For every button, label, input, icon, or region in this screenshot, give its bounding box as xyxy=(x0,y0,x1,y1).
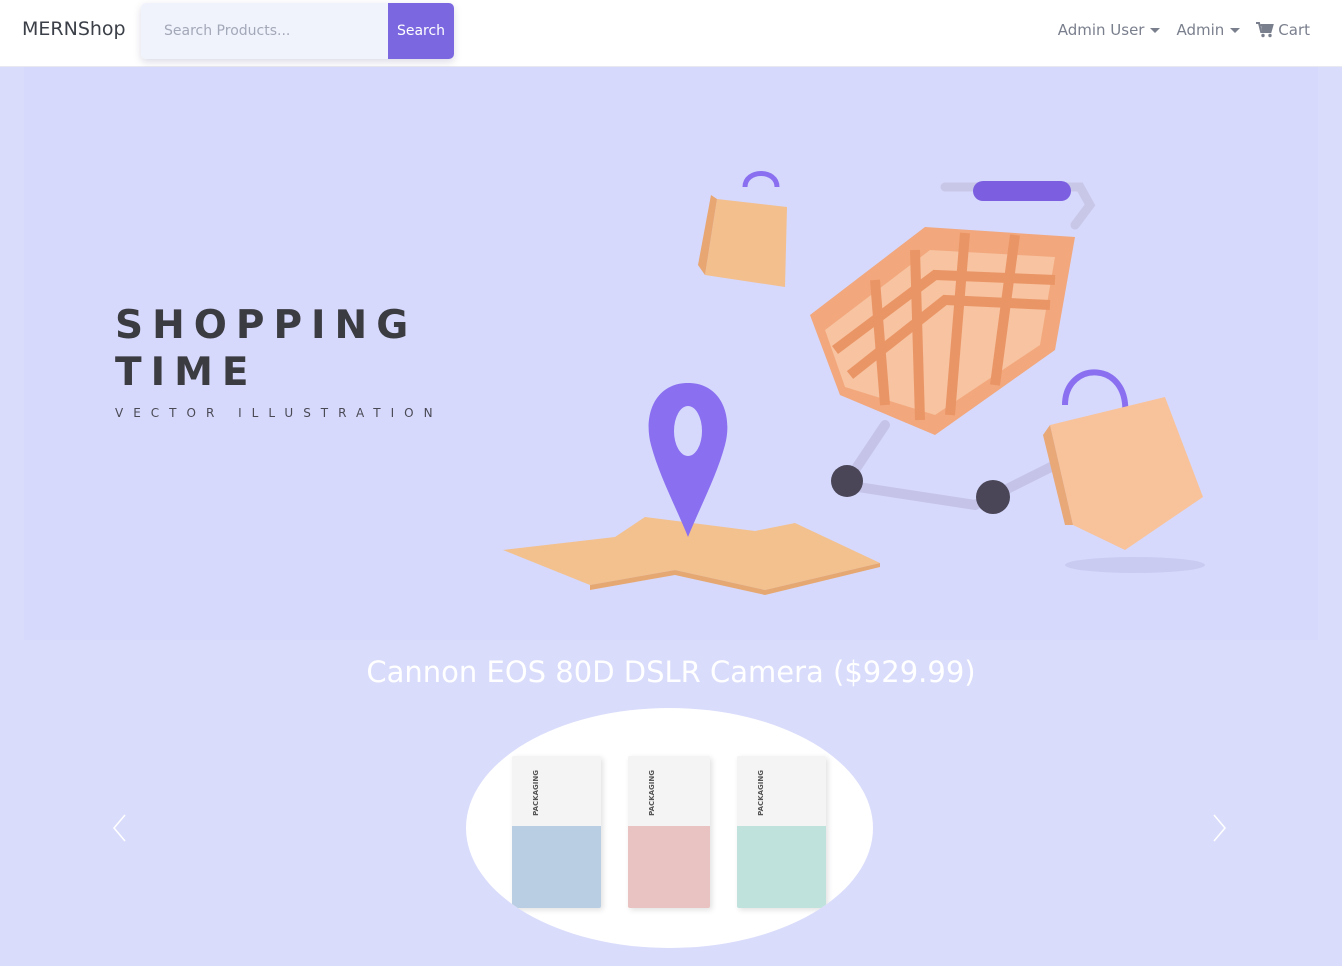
cart-label: Cart xyxy=(1278,21,1310,39)
carousel-product-image[interactable]: PACKAGING PACKAGING PACKAGING xyxy=(466,708,873,948)
admin-menu-label: Admin xyxy=(1176,21,1225,39)
hero-title-line2: TIME xyxy=(115,350,258,395)
brand-logo[interactable]: MERNShop xyxy=(22,18,126,40)
chevron-left-icon xyxy=(112,814,126,842)
search-button[interactable]: Search xyxy=(388,3,454,59)
packaging-label: PACKAGING xyxy=(532,770,540,816)
nav-links: Admin User Admin Cart xyxy=(1058,21,1310,39)
packaging-box-mint: PACKAGING xyxy=(737,756,826,908)
hero-subtitle: VECTOR ILLUSTRATION xyxy=(115,406,443,420)
search-input[interactable] xyxy=(141,3,388,59)
user-menu-label: Admin User xyxy=(1057,21,1145,39)
packaging-box-blue: PACKAGING xyxy=(512,756,601,908)
carousel-prev-button[interactable] xyxy=(111,813,127,847)
packaging-label: PACKAGING xyxy=(648,770,656,816)
cart-icon xyxy=(1256,22,1275,38)
caret-down-icon xyxy=(1150,27,1161,33)
carousel-next-button[interactable] xyxy=(1212,813,1228,847)
cart-link[interactable]: Cart xyxy=(1256,21,1310,39)
shopping-illustration xyxy=(503,171,1205,595)
navbar: MERNShop Search Admin User Admin Cart xyxy=(0,0,1342,67)
caret-down-icon xyxy=(1230,27,1241,33)
chevron-right-icon xyxy=(1213,814,1227,842)
carousel-caption[interactable]: Cannon EOS 80D DSLR Camera ($929.99) xyxy=(0,655,1342,689)
search-form: Search xyxy=(141,3,454,59)
hero-title-line1: SHOPPING xyxy=(115,303,418,348)
admin-menu-dropdown[interactable]: Admin xyxy=(1176,21,1241,39)
user-menu-dropdown[interactable]: Admin User xyxy=(1058,21,1161,39)
packaging-box-pink: PACKAGING xyxy=(628,756,710,908)
hero-text: SHOPPING TIME VECTOR ILLUSTRATION xyxy=(115,302,443,420)
packaging-label: PACKAGING xyxy=(757,770,765,816)
